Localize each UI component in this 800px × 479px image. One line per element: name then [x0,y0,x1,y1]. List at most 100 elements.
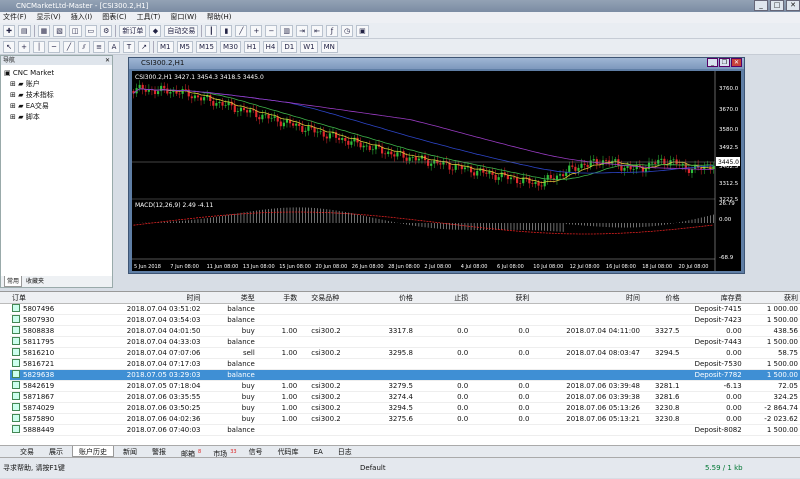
timeframe-w1[interactable]: W1 [300,40,318,53]
tree-item-scripts[interactable]: ⊞ ▰ 脚本 [4,112,112,123]
col-type[interactable]: 类型 [202,292,256,303]
col-price[interactable]: 价格 [370,292,414,303]
tile-windows-icon[interactable]: ▥ [280,24,294,37]
terminal-tab[interactable]: 账户历史 [72,446,114,457]
table-row[interactable]: 5808838 2018.07.04 04:01:50 buy 1.00 csi300.… [10,326,800,337]
terminal-tab[interactable]: 展示 [43,446,69,457]
crosshair-icon[interactable]: + [18,40,30,53]
tab-favorites[interactable]: 收藏夹 [24,276,46,287]
terminal-tab[interactable]: EA [308,446,329,457]
market-watch-icon[interactable]: ▦ [37,24,51,37]
timeframe-m15[interactable]: M15 [196,40,217,53]
table-row[interactable]: 5874029 2018.07.06 03:50:25 buy 1.00 csi300.… [10,403,800,414]
menu-charts[interactable]: 图表(C) [102,12,126,23]
timeframe-m5[interactable]: M5 [176,40,193,53]
line-chart-icon[interactable]: ╱ [235,24,248,37]
tree-item-experts[interactable]: ⊞ ▰ EA交易 [4,101,112,112]
timeframe-m1[interactable]: M1 [157,40,174,53]
col-tp[interactable]: 获利 [470,292,531,303]
macd-signal-line [133,211,714,235]
minimize-icon[interactable]: _ [754,0,768,11]
chart-window-titlebar[interactable]: CSI300.2,H1 _ ❐ ✕ [129,58,744,69]
zoom-in-icon[interactable]: + [250,24,263,37]
periods-icon[interactable]: ◷ [341,24,354,37]
candle-body [414,157,417,161]
menu-help[interactable]: 帮助(H) [207,12,232,23]
table-row[interactable]: 5816721 2018.07.04 07:17:03 balance Deposit… [10,359,800,370]
terminal-tab[interactable]: 日志 [332,446,358,457]
arrows-icon[interactable]: ↗ [138,40,150,53]
vertical-line-icon[interactable]: │ [33,40,45,53]
close-icon[interactable]: ✕ [786,0,800,11]
table-row[interactable]: 5829638 2018.07.05 03:29:03 balance Deposit… [10,370,800,381]
menu-insert[interactable]: 插入(I) [71,12,93,23]
table-row[interactable]: 5842619 2018.07.05 07:18:04 buy 1.00 csi300.… [10,381,800,392]
col-time[interactable]: 时间 [86,292,202,303]
tree-item-accounts[interactable]: ⊞ ▰ 账户 [4,79,112,90]
metaeditor-icon[interactable]: ◆ [149,24,162,37]
text-icon[interactable]: A [108,40,120,53]
table-row[interactable]: 5811795 2018.07.04 04:33:03 balance Deposit… [10,337,800,348]
timeframe-mn[interactable]: MN [320,40,338,53]
new-order-button[interactable]: 新订单 [119,24,147,37]
candlestick-icon[interactable]: ▮ [220,24,233,37]
fibonacci-icon[interactable]: ≡ [93,40,105,53]
terminal-icon[interactable]: ▭ [84,24,98,37]
minimize-icon[interactable]: _ [707,58,718,67]
col-profit[interactable]: 获利 [744,292,800,303]
terminal-tab[interactable]: 警报 [146,446,172,457]
col-swap[interactable]: 库存费 [682,292,744,303]
data-window-icon[interactable]: ▧ [53,24,66,37]
tree-item-indicators[interactable]: ⊞ ▰ 技术指标 [4,90,112,101]
col-close-price[interactable]: 价格 [642,292,682,303]
terminal-tab[interactable]: 代码库 [272,446,305,457]
cursor-icon[interactable]: ↖ [3,40,15,53]
bar-chart-icon[interactable]: ┃ [205,24,218,37]
col-close-time[interactable]: 时间 [531,292,642,303]
col-symbol[interactable]: 交易品种 [299,292,370,303]
auto-scroll-icon[interactable]: ⇥ [296,24,309,37]
timeframe-h4[interactable]: H4 [262,40,279,53]
zoom-out-icon[interactable]: − [265,24,278,37]
maximize-icon[interactable]: □ [770,0,784,11]
table-row[interactable]: 5807930 2018.07.04 03:54:03 balance Deposit… [10,315,800,326]
tree-item-root[interactable]: ▣ CNC Market [4,68,112,79]
timeframe-d1[interactable]: D1 [281,40,298,53]
profiles-icon[interactable]: ▤ [18,24,31,37]
trendline-icon[interactable]: ╱ [63,40,75,53]
new-chart-icon[interactable]: ✚ [3,24,15,37]
channel-icon[interactable]: ⫽ [78,40,90,53]
col-lots[interactable]: 手数 [257,292,299,303]
terminal-tab[interactable]: 邮箱 8 [175,446,204,458]
timeframe-m30[interactable]: M30 [219,40,241,53]
terminal-tab[interactable]: 市场 33 [207,446,239,458]
col-order[interactable]: 订单 [10,292,86,303]
indicators-icon[interactable]: ƒ [326,24,339,37]
restore-icon[interactable]: ❐ [719,58,730,67]
menu-tools[interactable]: 工具(T) [137,12,161,23]
table-row[interactable]: 5871867 2018.07.06 03:35:55 buy 1.00 csi300.… [10,392,800,403]
close-icon[interactable]: ✕ [731,58,742,67]
tab-common[interactable]: 常用 [4,276,23,287]
navigator-icon[interactable]: ◫ [68,24,82,37]
timeframe-h1[interactable]: H1 [243,40,260,53]
terminal-tab[interactable]: 新闻 [117,446,143,457]
table-row[interactable]: 5888449 2018.07.06 07:40:03 balance Deposit… [10,425,800,436]
close-icon[interactable]: ✕ [105,56,110,65]
table-row[interactable]: 5816210 2018.07.04 07:07:06 sell 1.00 csi300… [10,348,800,359]
menu-file[interactable]: 文件(F) [3,12,27,23]
label-icon[interactable]: T [123,40,135,53]
menu-view[interactable]: 显示(V) [37,12,61,23]
terminal-tab[interactable]: 交易 [14,446,40,457]
table-row[interactable]: 5875890 2018.07.06 04:02:36 buy 1.00 csi300.… [10,414,800,425]
terminal-tab[interactable]: 信号 [243,446,269,457]
price-chart[interactable]: CSI300.2,H1 3427.1 3454.3 3418.5 3445.0 … [132,71,741,271]
menu-window[interactable]: 窗口(W) [170,12,196,23]
chart-shift-icon[interactable]: ⇤ [311,24,324,37]
tester-icon[interactable]: ⚙ [100,24,113,37]
templates-icon[interactable]: ▣ [356,24,369,37]
auto-trading-button[interactable]: 自动交易 [164,24,199,37]
col-sl[interactable]: 止损 [415,292,470,303]
table-row[interactable]: 5807496 2018.07.04 03:51:02 balance Deposit… [10,304,800,315]
horizontal-line-icon[interactable]: ─ [48,40,60,53]
